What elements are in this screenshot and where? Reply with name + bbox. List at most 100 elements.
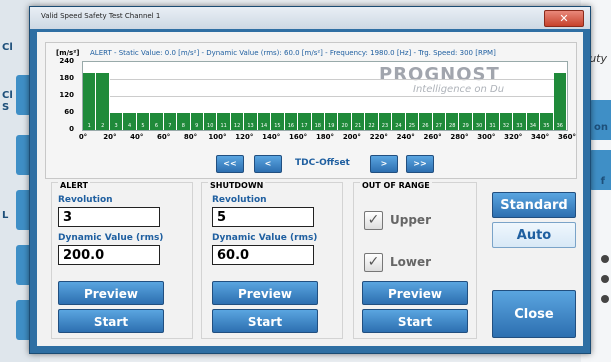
x-tick-label: 40°: [130, 133, 144, 141]
out-of-range-start-button[interactable]: Start: [362, 309, 468, 333]
chart-bar: 20: [338, 113, 352, 130]
nav-prev-button[interactable]: <: [254, 155, 282, 173]
x-tick-label: 160°: [289, 133, 308, 141]
bar-number-label: 11: [220, 123, 227, 129]
window-title: Valid Speed Safety Test Channel 1: [41, 12, 161, 20]
prognost-logo: PROGNOST: [379, 64, 500, 85]
alert-group-label: ALERT: [58, 181, 91, 190]
x-tick-label: 280°: [450, 133, 469, 141]
chart-bar: 36: [553, 73, 567, 130]
x-tick-label: 360°: [557, 133, 577, 141]
bar-number-label: 10: [207, 123, 214, 129]
bar-number-label: 3: [114, 123, 118, 129]
chart-bar: 12: [230, 113, 245, 130]
shutdown-dynamic-input[interactable]: 60.0: [212, 245, 314, 265]
bar-number-label: 12: [233, 123, 241, 129]
bar-number-label: 27: [435, 123, 442, 129]
y-tick-label: 180: [59, 74, 74, 82]
bar-number-label: 19: [328, 123, 335, 129]
chart-bar: 21: [351, 113, 366, 130]
out-of-range-group-label: OUT OF RANGE: [360, 181, 432, 190]
upper-label: Upper: [390, 213, 431, 227]
chart-status-line: ALERT - Static Value: 0.0 [m/s²] - Dynam…: [90, 49, 496, 57]
bar-number-label: 9: [195, 123, 199, 129]
alert-group: ALERT Revolution 3 Dynamic Value (rms) 2…: [51, 181, 193, 339]
shutdown-start-button[interactable]: Start: [212, 309, 318, 333]
chart-bar: 14: [257, 113, 272, 130]
shutdown-revolution-label: Revolution: [212, 195, 267, 205]
y-tick-label: 60: [64, 108, 74, 116]
alert-dynamic-label: Dynamic Value (rms): [58, 233, 164, 243]
shutdown-preview-button[interactable]: Preview: [212, 281, 318, 305]
grid-line-h: [83, 96, 567, 97]
alert-dynamic-input[interactable]: 200.0: [58, 245, 160, 265]
chart-bar: 10: [204, 113, 218, 130]
background-label: uty: [589, 52, 607, 65]
alert-preview-button[interactable]: Preview: [58, 281, 164, 305]
chart-bar: 25: [405, 113, 420, 130]
shutdown-revolution-input[interactable]: 5: [212, 207, 314, 227]
close-button[interactable]: Close: [492, 290, 576, 338]
chart-bar: 22: [365, 113, 379, 130]
nav-next-button[interactable]: >: [370, 155, 398, 173]
x-tick-label: 300°: [477, 133, 496, 141]
lower-label: Lower: [390, 255, 432, 269]
bar-number-label: 23: [381, 123, 389, 129]
x-tick-label: 0°: [78, 133, 88, 141]
bar-number-label: 28: [449, 123, 456, 129]
x-tick-label: 100°: [208, 133, 227, 141]
close-icon: ✕: [559, 12, 569, 25]
dialog-content: [m/s²] ALERT - Static Value: 0.0 [m/s²] …: [37, 32, 583, 346]
background-label: S: [2, 102, 10, 113]
lower-checkbox[interactable]: ✓: [364, 253, 383, 272]
alert-start-button[interactable]: Start: [58, 309, 164, 333]
bar-number-label: 26: [422, 123, 429, 129]
bar-number-label: 24: [395, 123, 402, 129]
x-tick-label: 200°: [342, 133, 361, 141]
nav-last-button[interactable]: >>: [406, 155, 434, 173]
upper-checkbox[interactable]: ✓: [364, 211, 383, 230]
chart-bar: 23: [378, 113, 393, 130]
bar-number-label: 14: [260, 123, 268, 129]
background-label: Cl: [2, 42, 13, 53]
background-dot: [601, 295, 609, 303]
bar-number-label: 29: [462, 123, 469, 129]
x-tick-label: 240°: [396, 133, 415, 141]
bar-number-label: 4: [127, 123, 132, 129]
chart-bar: 35: [540, 113, 554, 130]
bar-number-label: 15: [274, 123, 281, 129]
window-close-button[interactable]: ✕: [544, 10, 584, 27]
x-tick-label: 20°: [103, 133, 117, 141]
chart-bar: 27: [432, 113, 446, 130]
alert-revolution-input[interactable]: 3: [58, 207, 160, 227]
bar-number-label: 33: [516, 123, 523, 129]
bar-number-label: 30: [475, 123, 483, 129]
grid-line-h: [83, 79, 567, 80]
bar-plot-area: PROGNOST Intelligence on Du 1 2 3 4 5 6 7 8 9 10 1…: [82, 61, 568, 131]
chart-bar: 6: [150, 113, 164, 130]
chart-bar: 33: [513, 113, 527, 130]
x-tick-label: 340°: [531, 133, 550, 141]
bar-number-label: 22: [368, 123, 375, 129]
y-tick-label: 120: [59, 91, 74, 99]
bar-number-label: 18: [314, 123, 321, 129]
background-dot: [601, 255, 609, 263]
x-tick-label: 140°: [262, 133, 281, 141]
auto-button[interactable]: Auto: [492, 222, 576, 248]
prognost-tagline: Intelligence on Du: [413, 84, 505, 95]
nav-first-button[interactable]: <<: [216, 155, 244, 173]
out-of-range-preview-button[interactable]: Preview: [362, 281, 468, 305]
test-dialog: Valid Speed Safety Test Channel 1 ✕ [m/s…: [29, 6, 591, 354]
bar-number-label: 34: [529, 123, 537, 129]
background-label: f: [600, 176, 605, 187]
bar-number-label: 25: [408, 123, 416, 129]
bar-number-label: 35: [543, 123, 550, 129]
chart-bar: 11: [217, 113, 231, 130]
y-tick-label: 0: [69, 125, 74, 133]
chart-bar: 5: [136, 113, 151, 130]
bar-number-label: 6: [154, 123, 159, 129]
background-label: Cl: [2, 90, 13, 101]
shutdown-dynamic-label: Dynamic Value (rms): [212, 233, 318, 243]
shutdown-group-label: SHUTDOWN: [208, 181, 266, 190]
standard-button[interactable]: Standard: [492, 192, 576, 218]
